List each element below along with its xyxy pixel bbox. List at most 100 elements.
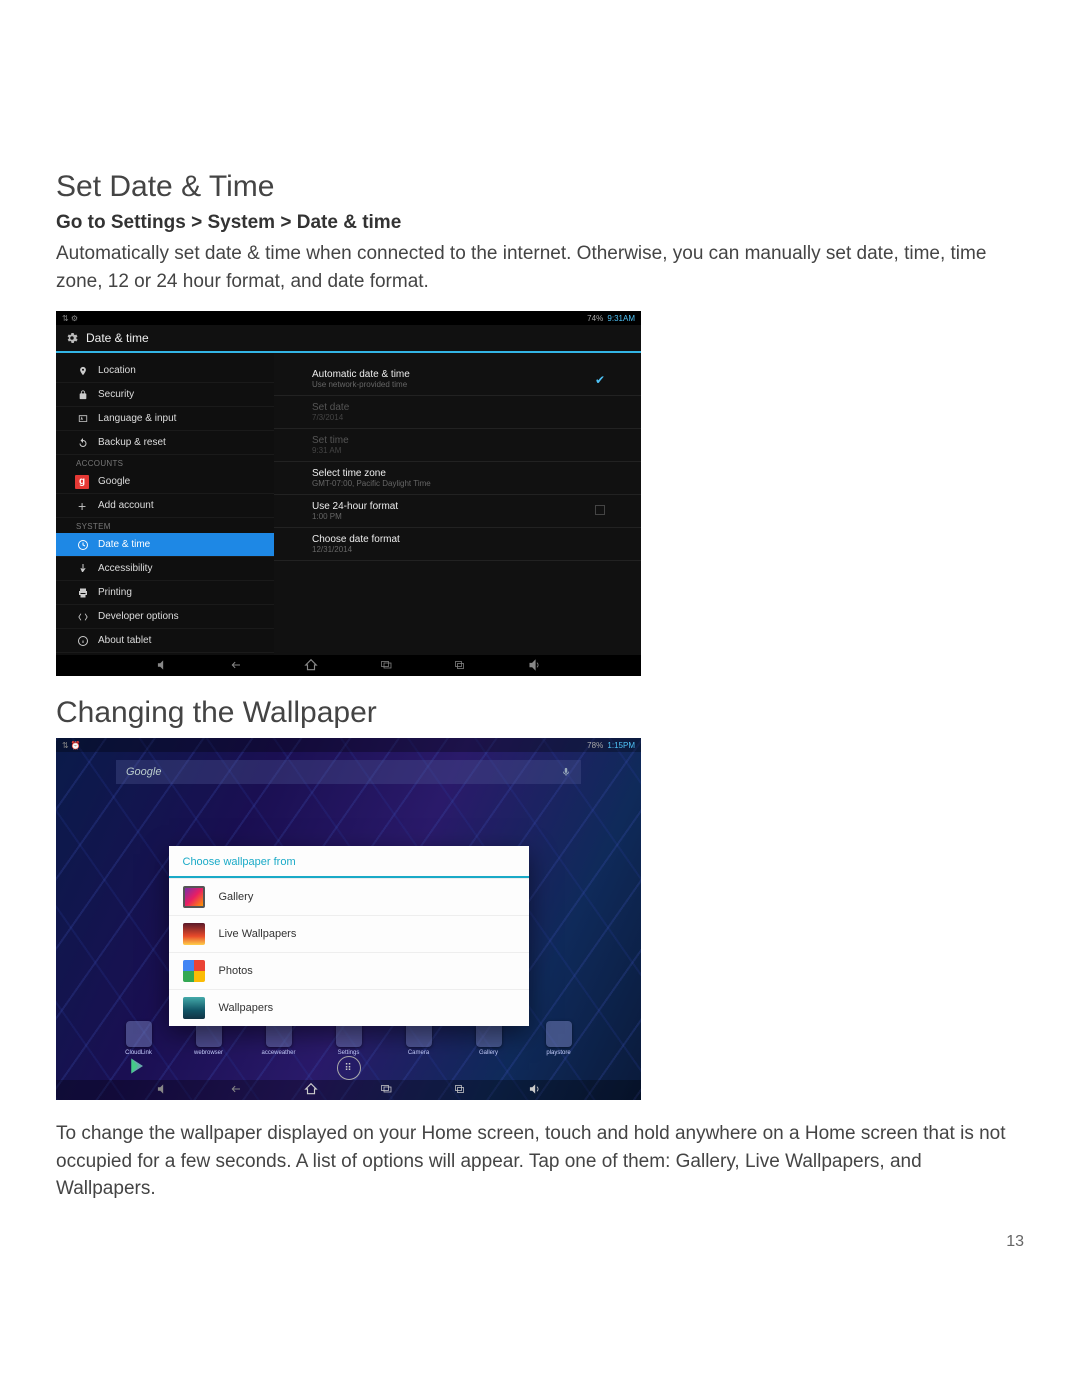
section2-heading: Changing the Wallpaper <box>56 696 1024 730</box>
sidebar-item-google[interactable]: g Google <box>56 470 274 494</box>
sidebar-item-backup[interactable]: Backup & reset <box>56 431 274 455</box>
wallpapers-icon <box>183 997 205 1019</box>
app-icon <box>126 1021 152 1047</box>
row-title: Automatic date & time <box>312 369 627 380</box>
back-icon[interactable] <box>227 1083 245 1098</box>
lock-icon <box>76 388 90 402</box>
row-title: Choose date format <box>312 534 627 545</box>
dialog-row-label: Photos <box>219 965 253 977</box>
back-icon[interactable] <box>227 659 245 674</box>
voldown-icon[interactable] <box>155 658 169 675</box>
search-placeholder: Google <box>126 766 161 778</box>
print-icon <box>76 586 90 600</box>
settings-main: Automatic date & time Use network-provid… <box>274 353 641 655</box>
wallpaper-dialog: Choose wallpaper from Gallery Live Wallp… <box>169 846 529 1026</box>
dialog-row-live[interactable]: Live Wallpapers <box>169 915 529 952</box>
app-webrowser[interactable]: webrowser <box>185 1021 233 1056</box>
sidebar-item-label: Accessibility <box>98 563 152 574</box>
recent-icon[interactable] <box>452 659 468 674</box>
row-sub: 12/31/2014 <box>312 545 627 554</box>
checkbox-icon[interactable] <box>595 505 605 515</box>
dialog-row-photos[interactable]: Photos <box>169 952 529 989</box>
sidebar-item-date-time[interactable]: Date & time <box>56 533 274 557</box>
app-acceweather[interactable]: acceweather <box>255 1021 303 1056</box>
recent-icon[interactable] <box>452 1083 468 1098</box>
status-left: ⇅ ⚙ <box>62 314 78 323</box>
location-icon <box>76 364 90 378</box>
row-sub: GMT-07:00, Pacific Daylight Time <box>312 479 627 488</box>
all-apps-button[interactable]: ⠿ <box>337 1056 361 1080</box>
dialog-row-wallpapers[interactable]: Wallpapers <box>169 989 529 1026</box>
sidebar-item-label: Google <box>98 476 130 487</box>
row-24h[interactable]: Use 24-hour format 1:00 PM <box>274 495 641 528</box>
screenshot-date-time: ⇅ ⚙ 74% 9:31AM Date & time Location Secu… <box>56 311 641 676</box>
dialog-row-gallery[interactable]: Gallery <box>169 878 529 915</box>
settings-sidebar: Location Security Language & input Backu… <box>56 353 274 655</box>
cast-icon[interactable] <box>378 1083 394 1098</box>
row-sub: 9:31 AM <box>312 446 627 455</box>
sidebar-accounts-header: ACCOUNTS <box>56 455 274 470</box>
cast-icon[interactable] <box>378 659 394 674</box>
settings-header: Date & time <box>56 325 641 353</box>
row-time-zone[interactable]: Select time zone GMT-07:00, Pacific Dayl… <box>274 462 641 495</box>
photos-icon <box>183 960 205 982</box>
gear-icon <box>64 330 80 346</box>
dialog-row-label: Live Wallpapers <box>219 928 297 940</box>
section1-heading: Set Date & Time <box>56 170 1024 204</box>
app-playstore[interactable]: playstore <box>535 1021 583 1056</box>
developer-icon <box>76 610 90 624</box>
sidebar-item-label: Backup & reset <box>98 437 166 448</box>
row-auto-date[interactable]: Automatic date & time Use network-provid… <box>274 363 641 396</box>
sidebar-item-location[interactable]: Location <box>56 359 274 383</box>
sidebar-item-label: Developer options <box>98 611 179 622</box>
check-icon[interactable]: ✔ <box>595 373 605 387</box>
sidebar-item-label: Location <box>98 365 136 376</box>
clock-label: 9:31AM <box>607 314 635 323</box>
volup-icon[interactable] <box>526 658 542 675</box>
gallery-icon <box>183 886 205 908</box>
sidebar-item-label: Security <box>98 389 134 400</box>
clock-label: 1:15PM <box>607 741 635 750</box>
nav-bar <box>56 1080 641 1100</box>
app-settings[interactable]: Settings <box>325 1021 373 1056</box>
home-icon[interactable] <box>303 1082 319 1099</box>
app-icon <box>546 1021 572 1047</box>
sidebar-item-label: Date & time <box>98 539 150 550</box>
app-row: CloudLink webrowser acceweather Settings… <box>56 1021 641 1056</box>
row-sub: Use network-provided time <box>312 380 627 389</box>
home-icon[interactable] <box>303 658 319 675</box>
row-title: Select time zone <box>312 468 627 479</box>
dialog-title: Choose wallpaper from <box>169 846 529 878</box>
sidebar-item-label: Printing <box>98 587 132 598</box>
row-date-format[interactable]: Choose date format 12/31/2014 <box>274 528 641 561</box>
app-gallery[interactable]: Gallery <box>465 1021 513 1056</box>
sidebar-item-accessibility[interactable]: Accessibility <box>56 557 274 581</box>
google-icon: g <box>75 475 89 489</box>
volup-icon[interactable] <box>526 1082 542 1099</box>
app-camera[interactable]: Camera <box>395 1021 443 1056</box>
row-title: Use 24-hour format <box>312 501 627 512</box>
sidebar-item-add-account[interactable]: + Add account <box>56 494 274 518</box>
sidebar-item-language[interactable]: Language & input <box>56 407 274 431</box>
voldown-icon[interactable] <box>155 1082 169 1099</box>
sidebar-item-label: About tablet <box>98 635 151 646</box>
status-bar: ⇅ ⚙ 74% 9:31AM <box>56 311 641 325</box>
settings-title: Date & time <box>86 331 149 345</box>
reset-icon <box>76 436 90 450</box>
row-set-date: Set date 7/3/2014 <box>274 396 641 429</box>
section2-body: To change the wallpaper displayed on you… <box>56 1120 1024 1203</box>
battery-label: 78% <box>587 741 603 750</box>
live-wallpapers-icon <box>183 923 205 945</box>
sidebar-item-security[interactable]: Security <box>56 383 274 407</box>
mic-icon[interactable] <box>561 765 571 779</box>
row-title: Set time <box>312 435 627 446</box>
search-bar[interactable]: Google <box>116 760 581 784</box>
sidebar-item-about[interactable]: About tablet <box>56 629 274 653</box>
row-sub: 1:00 PM <box>312 512 627 521</box>
sidebar-item-developer[interactable]: Developer options <box>56 605 274 629</box>
status-left: ⇅ ⏰ <box>62 741 81 750</box>
sidebar-item-printing[interactable]: Printing <box>56 581 274 605</box>
screenshot-wallpaper: ⇅ ⏰ 78% 1:15PM Google Choose wallpaper f… <box>56 738 641 1100</box>
status-bar: ⇅ ⏰ 78% 1:15PM <box>56 738 641 752</box>
app-cloudlink[interactable]: CloudLink <box>115 1021 163 1056</box>
